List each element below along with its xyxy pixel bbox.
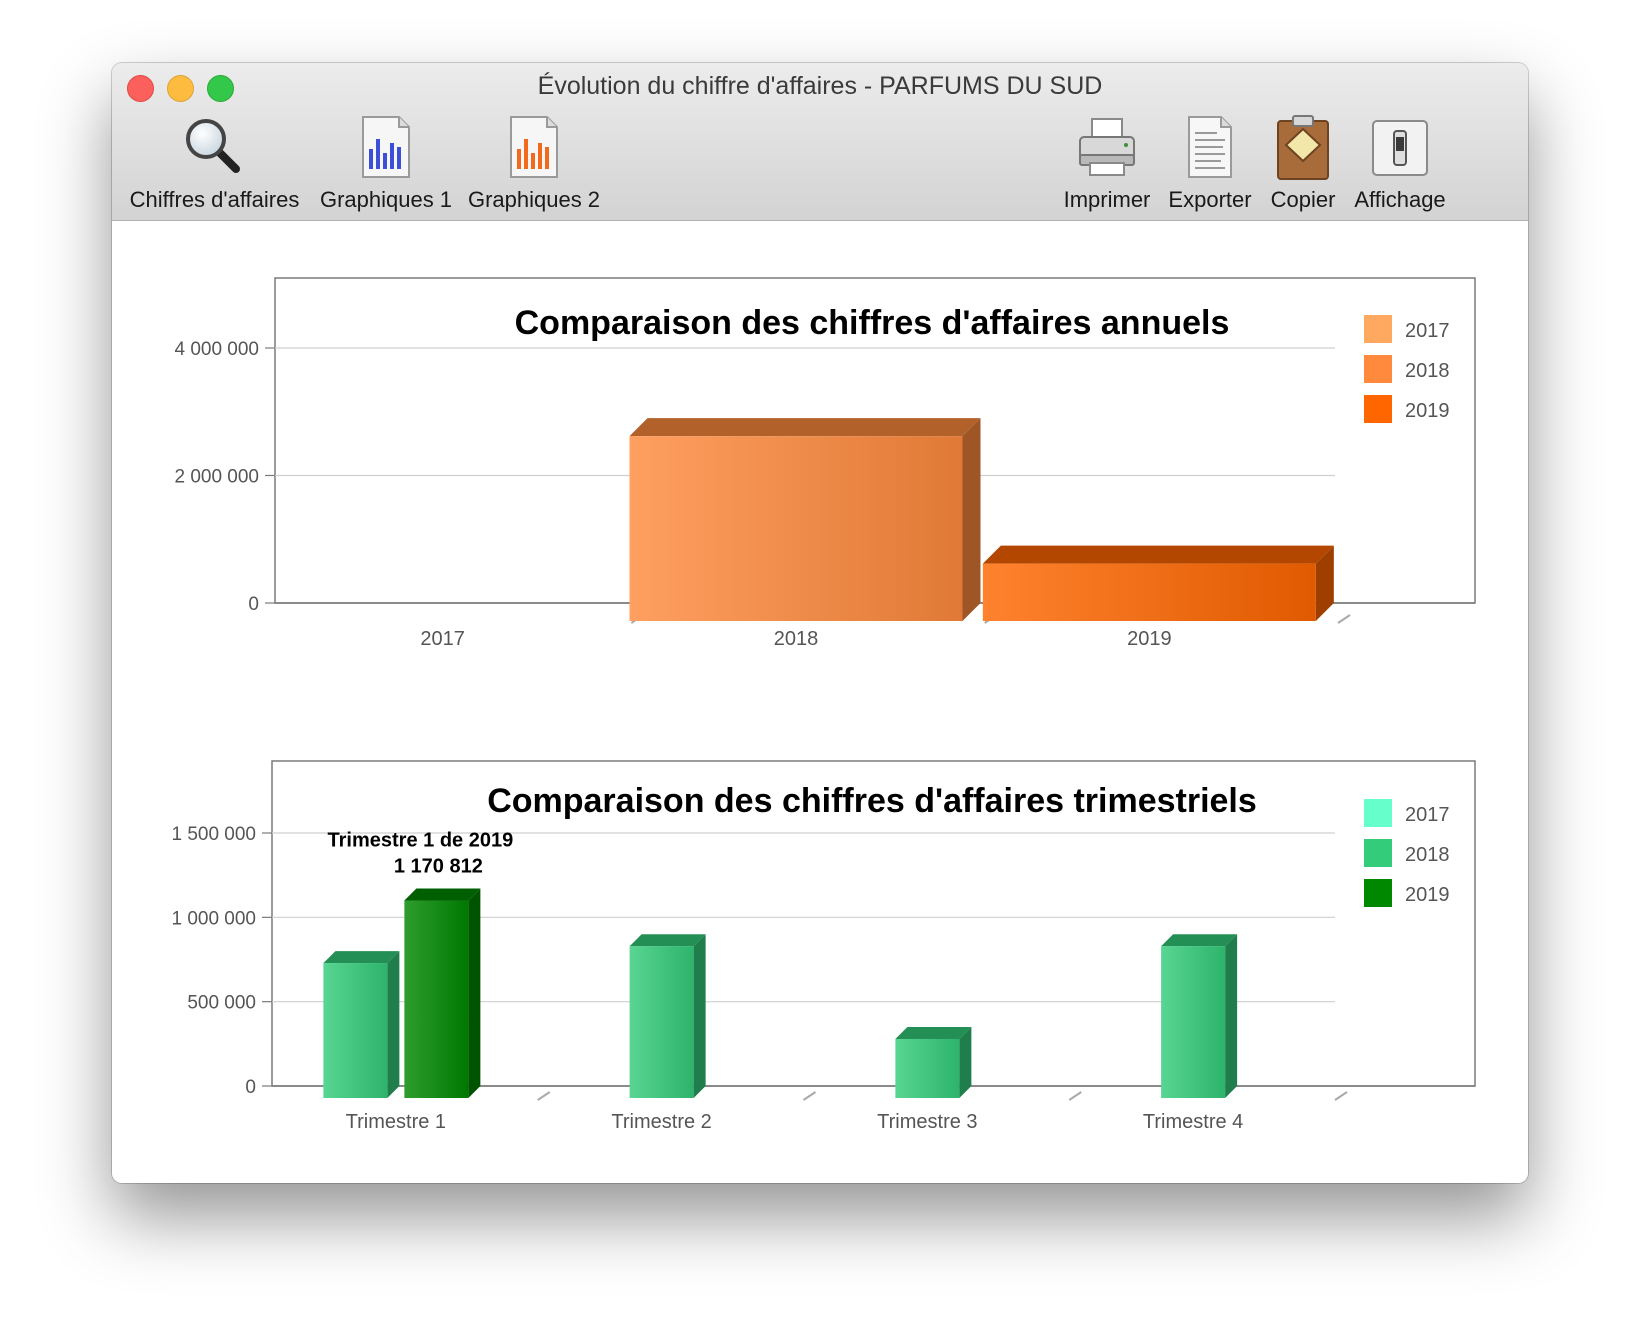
x-tick-label: Trimestre 2	[611, 1111, 711, 1133]
legend-label: 2019	[1405, 884, 1450, 906]
magnifier-icon	[185, 119, 240, 173]
toolbar-label: Graphiques 1	[319, 187, 453, 212]
legend-swatch	[1364, 355, 1392, 383]
y-tick-label: 2 000 000	[174, 467, 259, 488]
bar-top	[404, 888, 481, 901]
bar-2019-2019	[982, 563, 1316, 621]
category-separator	[1334, 1091, 1348, 1101]
y-tick-label: 500 000	[187, 993, 256, 1014]
window-title: Évolution du chiffre d'affaires - PARFUM…	[537, 72, 1103, 100]
x-tick-label: Trimestre 3	[877, 1111, 977, 1133]
category-separator	[1068, 1091, 1082, 1101]
printer-icon	[1079, 118, 1135, 176]
bar-chart-blue-icon	[362, 116, 410, 178]
clipboard-icon	[1277, 115, 1329, 180]
bar-top	[629, 418, 981, 437]
category-separator	[802, 1091, 817, 1101]
bar-side	[962, 418, 981, 621]
toolbar-label: Chiffres d'affaires	[129, 187, 300, 212]
x-tick-label: 2018	[774, 628, 819, 650]
chart-content: Comparaison des chiffres d'affaires annu…	[112, 221, 1528, 1183]
bar-trimestre-3-2018	[895, 1038, 960, 1098]
y-tick-label: 0	[245, 1077, 256, 1098]
y-tick-label: 1 000 000	[171, 908, 256, 929]
toolbar-imprimer-button[interactable]: Imprimer	[1060, 115, 1154, 215]
x-tick-label: 2019	[1127, 628, 1172, 650]
bar-top	[323, 951, 400, 964]
y-tick-label: 0	[248, 594, 259, 615]
bar-chart-orange-icon	[510, 116, 558, 178]
quarterly-revenue-chart: Comparaison des chiffres d'affaires trim…	[171, 760, 1476, 1133]
bar-trimestre-1-2019	[404, 900, 469, 1098]
x-tick-label: Trimestre 1	[346, 1111, 446, 1133]
y-tick-label: 4 000 000	[174, 339, 259, 360]
bar-side	[468, 888, 481, 1098]
data-label-value: 1 170 812	[394, 856, 483, 878]
category-separator	[537, 1091, 551, 1101]
chart-title: Comparaison des chiffres d'affaires trim…	[487, 782, 1257, 820]
bar-side	[387, 951, 400, 1098]
toolbar-label: Affichage	[1354, 187, 1446, 212]
legend-label: 2019	[1405, 400, 1450, 422]
title-bar: Évolution du chiffre d'affaires - PARFUM…	[112, 63, 1528, 221]
toolbar-graphiques-1-button[interactable]: Graphiques 1	[318, 115, 454, 215]
toolbar-chiffres-affaires-button[interactable]: Chiffres d'affaires	[122, 115, 307, 215]
chart-title: Comparaison des chiffres d'affaires annu…	[515, 304, 1230, 342]
toolbar-exporter-button[interactable]: Exporter	[1163, 115, 1257, 215]
bar-2018-2018	[629, 436, 963, 621]
x-tick-label: Trimestre 4	[1143, 1111, 1243, 1133]
toolbar-graphiques-2-button[interactable]: Graphiques 2	[464, 115, 604, 215]
bar-top	[895, 1026, 972, 1039]
bar-side	[693, 934, 706, 1098]
bar-trimestre-1-2018	[323, 963, 388, 1098]
toolbar-label: Exporter	[1168, 187, 1252, 212]
bar-trimestre-4-2018	[1161, 946, 1226, 1098]
legend-swatch	[1364, 799, 1392, 827]
data-label-line1: Trimestre 1 de 2019	[328, 830, 514, 852]
y-tick-label: 1 500 000	[171, 824, 256, 845]
legend-label: 2018	[1405, 844, 1450, 866]
bar-trimestre-2-2018	[629, 946, 694, 1098]
legend-swatch	[1364, 395, 1392, 423]
legend-swatch	[1364, 879, 1392, 907]
bar-side	[959, 1026, 972, 1098]
bar-top	[629, 934, 706, 947]
export-document-icon	[1188, 116, 1232, 178]
legend-label: 2017	[1405, 320, 1450, 342]
legend-swatch	[1364, 315, 1392, 343]
category-separator	[1337, 614, 1351, 624]
bar-side	[1225, 934, 1238, 1098]
annual-revenue-chart: Comparaison des chiffres d'affaires annu…	[174, 277, 1476, 650]
toolbar-affichage-button[interactable]: Affichage	[1348, 115, 1452, 215]
legend-label: 2018	[1405, 360, 1450, 382]
toolbar-label: Graphiques 2	[467, 187, 601, 212]
toolbar-label: Copier	[1270, 187, 1336, 212]
toolbar-copier-button[interactable]: Copier	[1264, 115, 1342, 215]
bar-top	[1161, 934, 1238, 947]
toggle-switch-icon	[1372, 120, 1428, 176]
toolbar-label: Imprimer	[1063, 187, 1151, 212]
bar-top	[982, 545, 1334, 564]
legend-label: 2017	[1405, 804, 1450, 826]
x-tick-label: 2017	[420, 628, 465, 650]
legend-swatch	[1364, 839, 1392, 867]
app-window: Évolution du chiffre d'affaires - PARFUM…	[112, 63, 1528, 1183]
